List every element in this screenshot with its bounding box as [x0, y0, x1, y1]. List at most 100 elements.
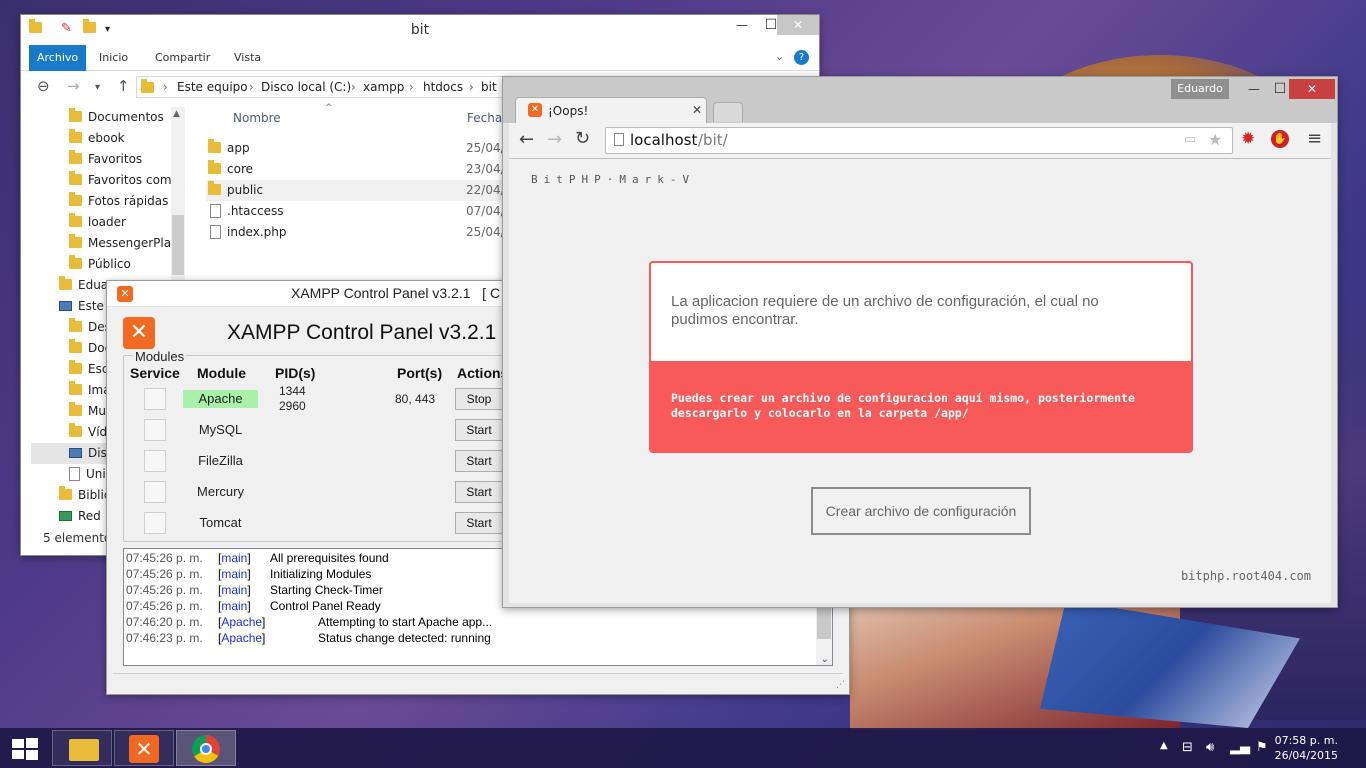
forward-icon[interactable]: →	[547, 129, 562, 150]
brand-title: BitPHP·Mark-V	[531, 173, 696, 186]
action-center-flag-icon[interactable]: ⚑	[1256, 740, 1268, 755]
error-box: La aplicacion requiere de un archivo de …	[649, 261, 1193, 453]
up-arrow-icon[interactable]: ↑	[117, 77, 130, 95]
tree-item[interactable]: Uni	[69, 464, 106, 485]
clock[interactable]: 07:58 p. m. 26/04/2015	[1275, 733, 1338, 763]
window-title: bit	[410, 22, 430, 38]
module-name: MySQL	[198, 422, 243, 437]
file-row[interactable]: app 25/04/2	[206, 138, 526, 159]
omnibox[interactable]: localhost /bit/ ▭ ★	[605, 127, 1233, 154]
file-row[interactable]: public 22/04/2	[206, 180, 526, 201]
tree-item[interactable]: Víd	[69, 422, 107, 443]
log-line: 07:45:26 p. m. [main] Control Panel Ready	[126, 599, 381, 613]
tree-item[interactable]: loader	[69, 212, 126, 233]
taskbar-xampp-button[interactable]: ✕	[114, 730, 174, 766]
show-hidden-icons-icon[interactable]: ▲	[1160, 740, 1168, 751]
hint-path: /app/	[934, 406, 969, 420]
close-button[interactable]: ✕	[1289, 79, 1335, 99]
minimize-button[interactable]: —	[727, 15, 757, 35]
back-icon[interactable]: ←	[519, 129, 534, 150]
scrollbar-thumb[interactable]	[817, 605, 831, 639]
ribbon: Archivo Inicio Compartir Vista ⌄ ?	[21, 45, 819, 71]
bookmark-star-icon[interactable]: ★	[1208, 130, 1222, 149]
clock-time: 07:58 p. m.	[1274, 734, 1338, 747]
start-button[interactable]	[12, 738, 38, 760]
log-line: 07:46:23 p. m. [Apache] Status change dete…	[126, 631, 491, 645]
breadcrumb-item[interactable]: bit	[481, 80, 497, 94]
resize-grip-icon[interactable]: ⋰	[836, 680, 845, 690]
close-button[interactable]: ✕	[777, 15, 819, 35]
service-checkbox[interactable]	[144, 388, 166, 410]
recent-chevron-icon[interactable]: ▾	[95, 82, 100, 93]
file-row[interactable]: index.php 25/04/2	[206, 222, 526, 243]
adblock-icon[interactable]: ✋	[1271, 130, 1289, 148]
breadcrumb-item[interactable]: Este equipo	[177, 80, 248, 94]
tree-item[interactable]: Fotos rápidas	[69, 191, 168, 212]
chevron-down-icon[interactable]: ⌄	[775, 50, 784, 63]
header-module: Module	[197, 365, 246, 381]
tab-vista[interactable]: Vista	[226, 45, 269, 71]
xampp-favicon-icon: ✕	[528, 103, 542, 117]
header-service: Service	[130, 365, 180, 381]
tree-item[interactable]: Red	[59, 506, 101, 527]
page-icon	[614, 133, 624, 146]
network-adapter-icon[interactable]: ⊟	[1182, 740, 1193, 755]
service-checkbox[interactable]	[144, 419, 166, 441]
clock-date: 26/04/2015	[1274, 749, 1338, 762]
tab-compartir[interactable]: Compartir	[147, 45, 218, 71]
tree-item[interactable]: Favoritos	[69, 149, 142, 170]
header-pid: PID(s)	[275, 365, 316, 381]
tab-inicio[interactable]: Inicio	[91, 45, 136, 71]
tab-close-icon[interactable]: ✕	[692, 103, 702, 117]
forward-icon[interactable]: →	[67, 77, 80, 95]
service-checkbox[interactable]	[144, 512, 166, 534]
tree-item[interactable]: Público	[69, 254, 131, 275]
taskbar-chrome-button[interactable]	[176, 730, 236, 766]
tree-item[interactable]: Edua	[59, 275, 108, 296]
hint-text: Puedes crear un archivo de configuracion…	[671, 391, 1135, 420]
pid-value: 2960	[279, 399, 306, 413]
reload-icon[interactable]: ↻	[575, 128, 590, 149]
tab-archivo[interactable]: Archivo	[29, 45, 87, 71]
breadcrumb-item[interactable]: xampp	[363, 80, 404, 94]
tree-item[interactable]: Des	[69, 317, 111, 338]
windows-logo-icon	[12, 739, 24, 748]
scroll-down-icon[interactable]: ⌄	[821, 654, 829, 665]
help-icon[interactable]: ?	[794, 50, 809, 65]
create-config-button[interactable]: Crear archivo de configuración	[811, 487, 1031, 535]
footer-link[interactable]: bitphp.root404.com	[1181, 569, 1311, 583]
cast-icon[interactable]: ▭	[1184, 132, 1196, 147]
tree-item[interactable]: ebook	[69, 128, 125, 149]
tree-item[interactable]: MessengerPlay	[69, 233, 178, 254]
menu-icon[interactable]: ≡	[1307, 128, 1322, 149]
column-header-name[interactable]: Nombre	[233, 111, 281, 125]
breadcrumb-item[interactable]: htdocs	[423, 80, 463, 94]
page-content: BitPHP·Mark-V La aplicacion requiere de …	[509, 159, 1331, 603]
divider	[113, 673, 843, 674]
xampp-logo-icon: ✕	[117, 286, 133, 302]
xampp-logo-icon: ✕	[129, 735, 159, 763]
tree-item[interactable]: Mu	[69, 401, 106, 422]
tree-item[interactable]: Biblic	[59, 485, 110, 506]
tab-oops[interactable]: ✕ ¡Oops! ✕	[515, 97, 707, 125]
volume-icon[interactable]: 🔊︎	[1206, 740, 1214, 755]
scrollbar-thumb[interactable]	[172, 215, 184, 275]
tree-item[interactable]: Ima	[69, 380, 111, 401]
scroll-up-icon[interactable]: ▲	[173, 109, 180, 119]
service-checkbox[interactable]	[144, 481, 166, 503]
breadcrumb-item[interactable]: Disco local (C:)	[261, 80, 351, 94]
tree-item[interactable]: Favoritos comp	[69, 170, 179, 191]
file-row[interactable]: core 23/04/2	[206, 159, 526, 180]
new-tab-button[interactable]	[713, 102, 743, 122]
signal-icon[interactable]: ▂▄	[1230, 740, 1250, 755]
profile-button[interactable]: Eduardo	[1171, 79, 1229, 99]
file-row[interactable]: .htaccess 07/04/2	[206, 201, 526, 222]
tree-item[interactable]: Doc	[69, 338, 111, 359]
back-icon[interactable]: ⊖	[37, 77, 50, 95]
service-checkbox[interactable]	[144, 450, 166, 472]
log-line: 07:45:26 p. m. [main] Starting Check-Timer	[126, 583, 383, 597]
tree-item[interactable]: Documentos	[69, 107, 164, 128]
taskbar-explorer-button[interactable]	[52, 730, 112, 766]
extension-gear-icon[interactable]: ✹	[1241, 129, 1255, 149]
tree-item[interactable]: Esc	[69, 359, 108, 380]
